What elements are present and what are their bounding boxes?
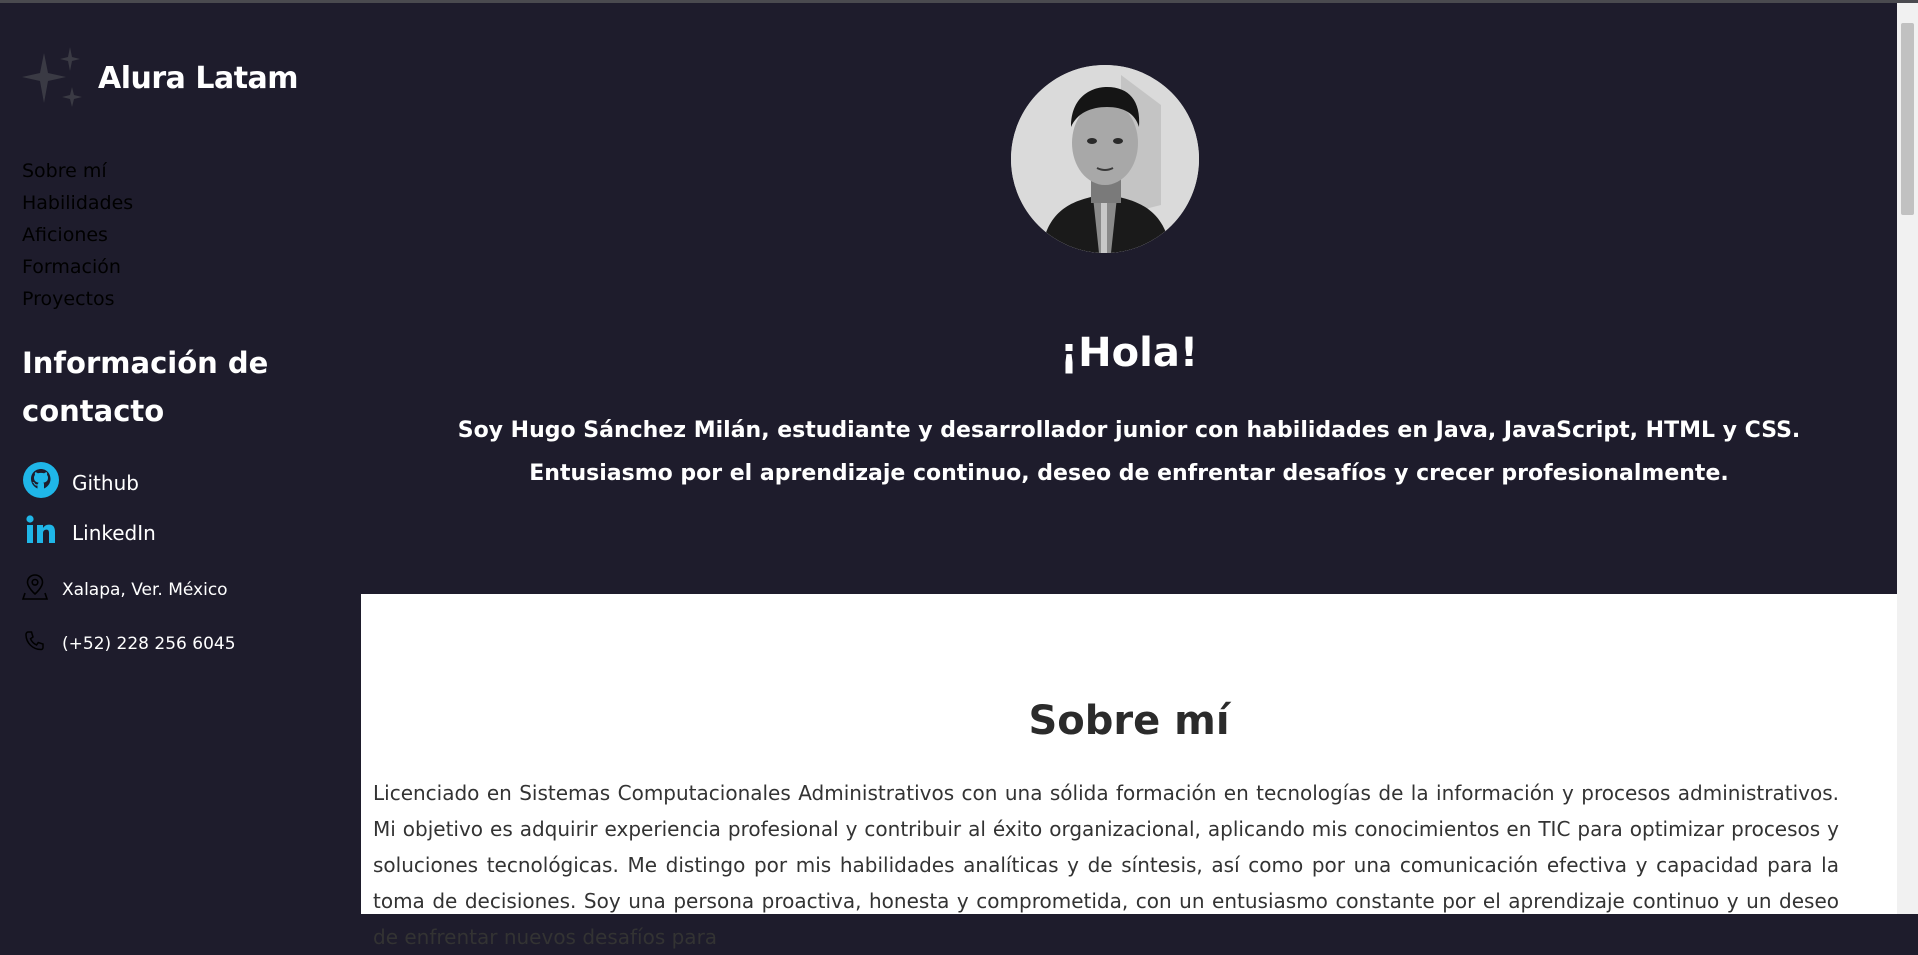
about-section: Sobre mí Licenciado en Sistemas Computac…	[361, 594, 1897, 949]
brand[interactable]: Alura Latam	[22, 47, 299, 109]
nav-item-aficiones[interactable]: Aficiones	[22, 219, 133, 251]
map-pin-icon	[21, 573, 49, 606]
scrollbar-thumb[interactable]	[1901, 23, 1914, 215]
profile-photo	[1011, 65, 1199, 253]
intro-text: Soy Hugo Sánchez Milán, estudiante y des…	[457, 418, 1801, 486]
nav-item-habilidades[interactable]: Habilidades	[22, 187, 133, 219]
contact-title: Información de contacto	[22, 346, 269, 428]
nav-item-formacion[interactable]: Formación	[22, 251, 133, 283]
greeting-heading: ¡Hola!	[1059, 330, 1199, 376]
nav-item-sobre-mi[interactable]: Sobre mí	[22, 155, 133, 187]
github-link[interactable]: Github	[22, 461, 139, 504]
phone-icon	[22, 629, 48, 658]
page-scrollbar[interactable]	[1897, 3, 1918, 914]
phone-text: (+52) 228 256 6045	[62, 633, 236, 654]
linkedin-icon	[22, 511, 60, 554]
nav-item-proyectos[interactable]: Proyectos	[22, 283, 133, 315]
location-info: Xalapa, Ver. México	[21, 573, 228, 606]
github-label: Github	[72, 470, 139, 495]
linkedin-label: LinkedIn	[72, 520, 156, 545]
linkedin-link[interactable]: LinkedIn	[22, 511, 156, 554]
about-text: Licenciado en Sistemas Computacionales A…	[373, 781, 1839, 949]
sparkles-logo-icon	[22, 47, 84, 109]
brand-name: Alura Latam	[98, 60, 299, 96]
location-text: Xalapa, Ver. México	[62, 579, 228, 600]
about-title: Sobre mí	[1028, 698, 1230, 744]
github-icon	[22, 461, 60, 504]
sidebar: Alura Latam Sobre mí Habilidades Aficion…	[0, 3, 361, 914]
hero-section: ¡Hola! Soy Hugo Sánchez Milán, estudiant…	[361, 3, 1897, 594]
phone-info: (+52) 228 256 6045	[22, 629, 236, 658]
sidebar-nav: Sobre mí Habilidades Aficiones Formación…	[22, 155, 133, 315]
